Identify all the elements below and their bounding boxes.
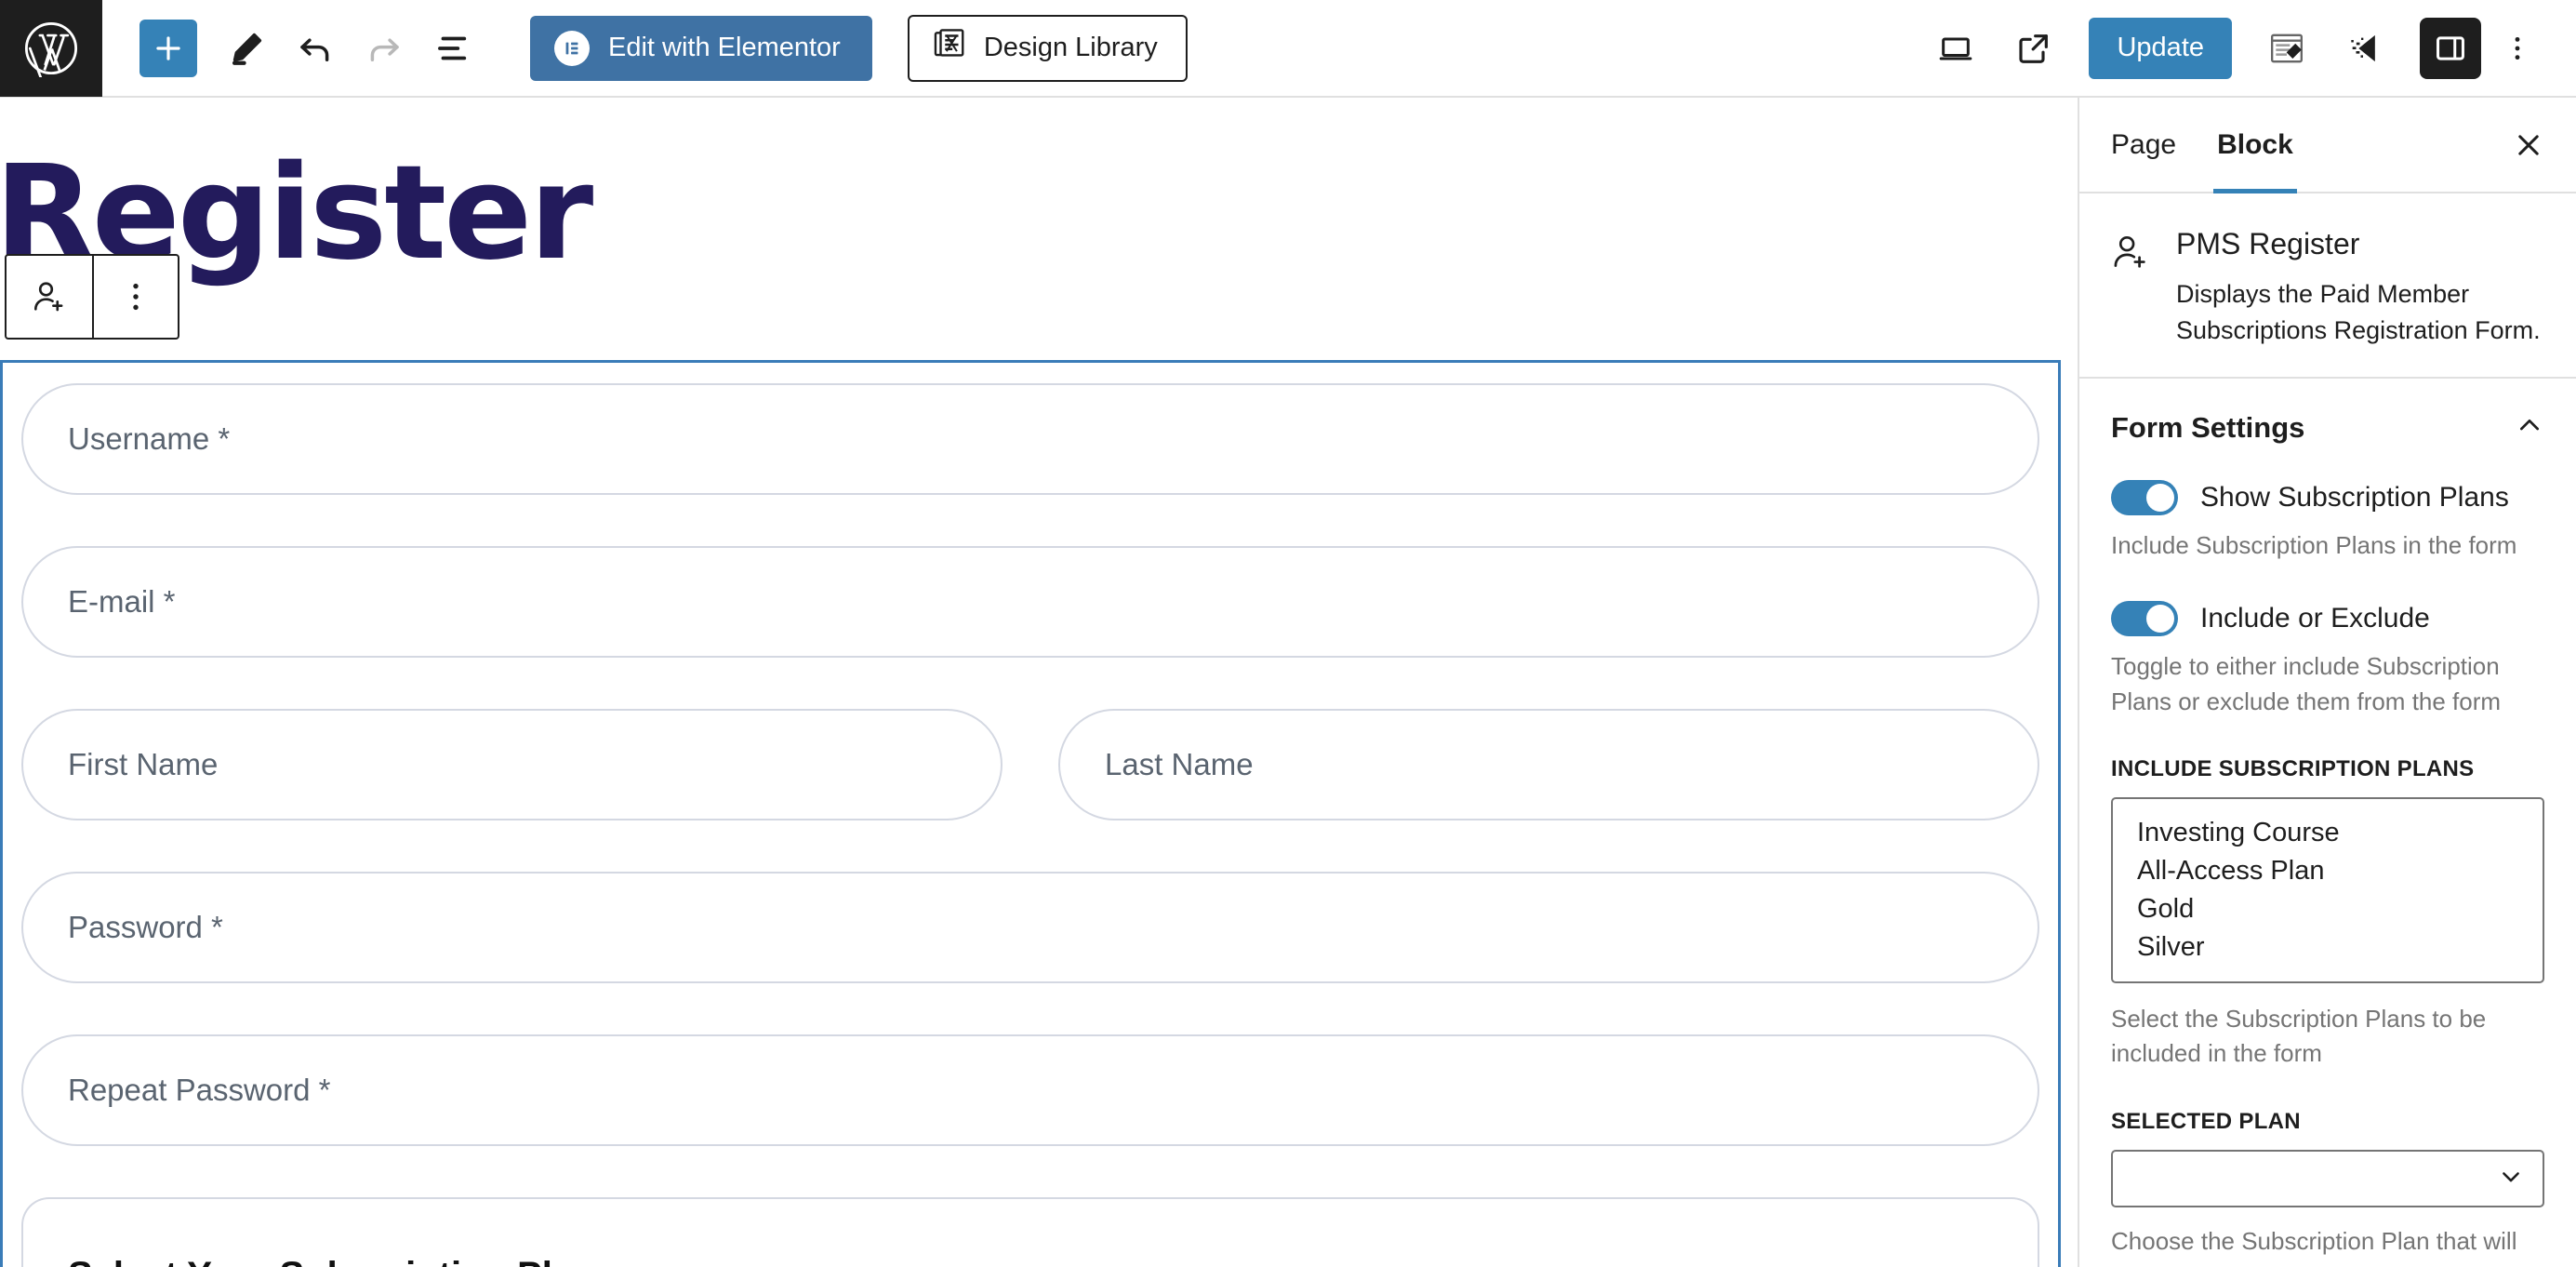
include-or-exclude-label: Include or Exclude (2200, 602, 2430, 634)
registration-form: Username * E-mail * First Name Last Name… (3, 363, 2058, 1267)
repeat-password-row: Repeat Password * (3, 1034, 2058, 1146)
kebab-menu-icon[interactable] (2487, 12, 2548, 85)
username-row: Username * (3, 383, 2058, 495)
post-editor-icon[interactable] (2251, 12, 2323, 85)
selected-plan-label: SELECTED PLAN (2111, 1109, 2301, 1135)
first-name-input[interactable]: First Name (21, 709, 1003, 820)
user-add-icon (2109, 227, 2152, 349)
pms-register-block[interactable]: Username * E-mail * First Name Last Name… (0, 360, 2061, 1267)
password-row: Password * (3, 872, 2058, 983)
include-plans-label: INCLUDE SUBSCRIPTION PLANS (2111, 756, 2475, 782)
show-subscription-plans-label: Show Subscription Plans (2200, 482, 2509, 513)
block-title: PMS Register (2176, 227, 2360, 260)
show-plans-toggle-row: Show Subscription Plans (2111, 480, 2544, 516)
include-or-exclude-help: Toggle to either include Subscription Pl… (2111, 651, 2502, 715)
username-input[interactable]: Username * (21, 383, 2039, 495)
block-toolbar (5, 254, 179, 340)
close-icon[interactable] (2502, 118, 2556, 172)
include-plans-help: Select the Subscription Plans to be incl… (2111, 1004, 2487, 1068)
chevron-down-icon (2498, 1164, 2524, 1194)
password-input[interactable]: Password * (21, 872, 2039, 983)
form-settings-header[interactable]: Form Settings (2111, 410, 2544, 445)
selected-plan-help: Choose the Subscription Plan that will b… (2111, 1227, 2517, 1267)
elementor-logo-icon (554, 30, 590, 66)
repeat-password-input[interactable]: Repeat Password * (21, 1034, 2039, 1146)
external-link-icon[interactable] (1998, 12, 2070, 85)
design-library-button[interactable]: Design Library (907, 14, 1188, 82)
name-row: First Name Last Name (3, 709, 2058, 820)
show-subscription-plans-help: Include Subscription Plans in the form (2111, 531, 2517, 560)
include-exclude-toggle-row: Include or Exclude (2111, 600, 2544, 636)
block-description: Displays the Paid Member Subscriptions R… (2176, 280, 2541, 345)
show-subscription-plans-toggle[interactable] (2111, 480, 2178, 516)
block-info-card: PMS Register Displays the Paid Member Su… (2079, 193, 2576, 377)
toolbar-right-group: Update (1919, 12, 2576, 85)
block-info-text: PMS Register Displays the Paid Member Su… (2176, 227, 2543, 349)
tab-block[interactable]: Block (2197, 98, 2314, 193)
edit-with-elementor-label: Edit with Elementor (608, 33, 841, 62)
include-plans-multiselect[interactable]: Investing Course All-Access Plan Gold Si… (2111, 797, 2544, 983)
settings-sidebar: Page Block PMS Register Displays the Pai… (2078, 98, 2576, 1267)
editor-top-toolbar: Edit with Elementor Design Library Updat… (0, 0, 2576, 98)
plan-option[interactable]: Gold (2126, 890, 2530, 928)
edit-with-elementor-button[interactable]: Edit with Elementor (530, 15, 872, 81)
update-button[interactable]: Update (2089, 17, 2232, 79)
desktop-preview-icon[interactable] (1919, 12, 1992, 85)
selected-plan-select[interactable] (2111, 1150, 2544, 1208)
user-add-icon[interactable] (7, 256, 92, 338)
include-or-exclude-toggle[interactable] (2111, 600, 2178, 636)
wordpress-logo-icon[interactable] (0, 0, 102, 97)
email-input[interactable]: E-mail * (21, 546, 2039, 658)
plan-option[interactable]: Silver (2126, 928, 2530, 967)
add-block-button[interactable] (139, 19, 197, 77)
last-name-input[interactable]: Last Name (1058, 709, 2039, 820)
sidebar-tabs: Page Block (2079, 98, 2576, 193)
form-settings-title: Form Settings (2111, 410, 2305, 444)
toolbar-left-group: Edit with Elementor Design Library (102, 14, 1188, 83)
design-library-icon (932, 27, 967, 70)
undo-button[interactable] (281, 14, 350, 83)
design-library-label: Design Library (983, 33, 1158, 62)
plan-option[interactable]: All-Access Plan (2126, 852, 2530, 890)
tools-pencil-button[interactable] (212, 14, 281, 83)
email-row: E-mail * (3, 546, 2058, 658)
list-view-button[interactable] (418, 14, 487, 83)
sidebar-toggle-icon[interactable] (2420, 17, 2481, 79)
page-title[interactable]: Register (0, 98, 2078, 279)
block-options-kebab-icon[interactable] (92, 256, 178, 338)
subscription-plan-heading: Select Your Subscription Plan (68, 1255, 2038, 1267)
redo-button[interactable] (350, 14, 418, 83)
tab-page[interactable]: Page (2091, 98, 2197, 192)
editor-canvas: Register Username * E-mail * First Name … (0, 98, 2078, 1267)
chevron-up-icon[interactable] (2515, 410, 2544, 445)
plan-option[interactable]: Investing Course (2126, 814, 2530, 852)
wordpress-block-editor: Edit with Elementor Design Library Updat… (0, 0, 2576, 1267)
form-settings-panel: Form Settings Show Subscription Plans In… (2079, 377, 2576, 1267)
subscription-plan-panel: Select Your Subscription Plan (21, 1197, 2039, 1267)
jetpack-icon[interactable] (2329, 12, 2401, 85)
